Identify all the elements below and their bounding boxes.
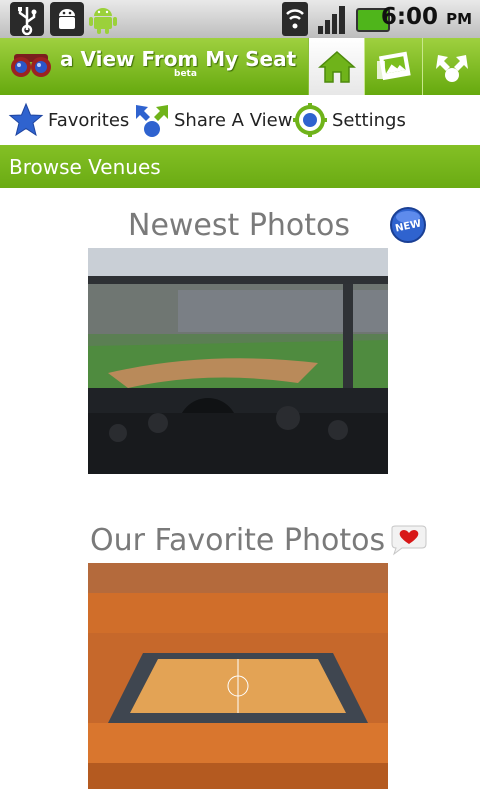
share-a-view-link[interactable]: Share A View — [134, 95, 292, 145]
share-icon — [435, 54, 468, 82]
beta-label: beta — [174, 69, 197, 79]
status-time: 6:00 PM — [380, 4, 472, 30]
favorite-photo[interactable] — [88, 563, 388, 789]
browse-venues-label: Browse Venues — [9, 155, 161, 179]
tab-share[interactable] — [422, 38, 480, 95]
status-bar: 6:00 PM — [0, 0, 480, 38]
favorites-label: Favorites — [48, 109, 130, 131]
quick-nav: Favorites Share A View Settings — [0, 95, 480, 145]
binoculars-logo-icon — [10, 52, 52, 78]
android-mascot-icon — [86, 2, 120, 36]
photos-icon — [376, 51, 411, 80]
android-debug-icon — [50, 2, 84, 36]
home-icon — [317, 50, 356, 83]
app-title: a View From My Seat — [60, 47, 297, 71]
settings-label: Settings — [332, 109, 406, 131]
signal-icon — [316, 2, 350, 36]
favorites-link[interactable]: Favorites — [8, 95, 129, 145]
usb-icon — [10, 2, 44, 36]
wifi-icon — [282, 2, 308, 36]
browse-venues-bar[interactable]: Browse Venues — [0, 145, 480, 188]
share-a-view-label: Share A View — [174, 109, 293, 131]
settings-link[interactable]: Settings — [292, 95, 406, 145]
heart-badge-icon — [388, 524, 428, 556]
share-view-icon — [136, 105, 168, 137]
tab-photos[interactable] — [364, 38, 422, 95]
tab-home[interactable] — [308, 38, 364, 95]
star-icon — [8, 102, 44, 137]
new-badge-icon: NEW — [389, 206, 427, 244]
newest-photos-title: Newest Photos — [128, 208, 351, 243]
favorite-photos-title: Our Favorite Photos — [90, 523, 386, 558]
newest-photo[interactable] — [88, 248, 388, 474]
app-header: a View From My Seat beta — [0, 38, 480, 95]
settings-icon — [293, 103, 327, 137]
